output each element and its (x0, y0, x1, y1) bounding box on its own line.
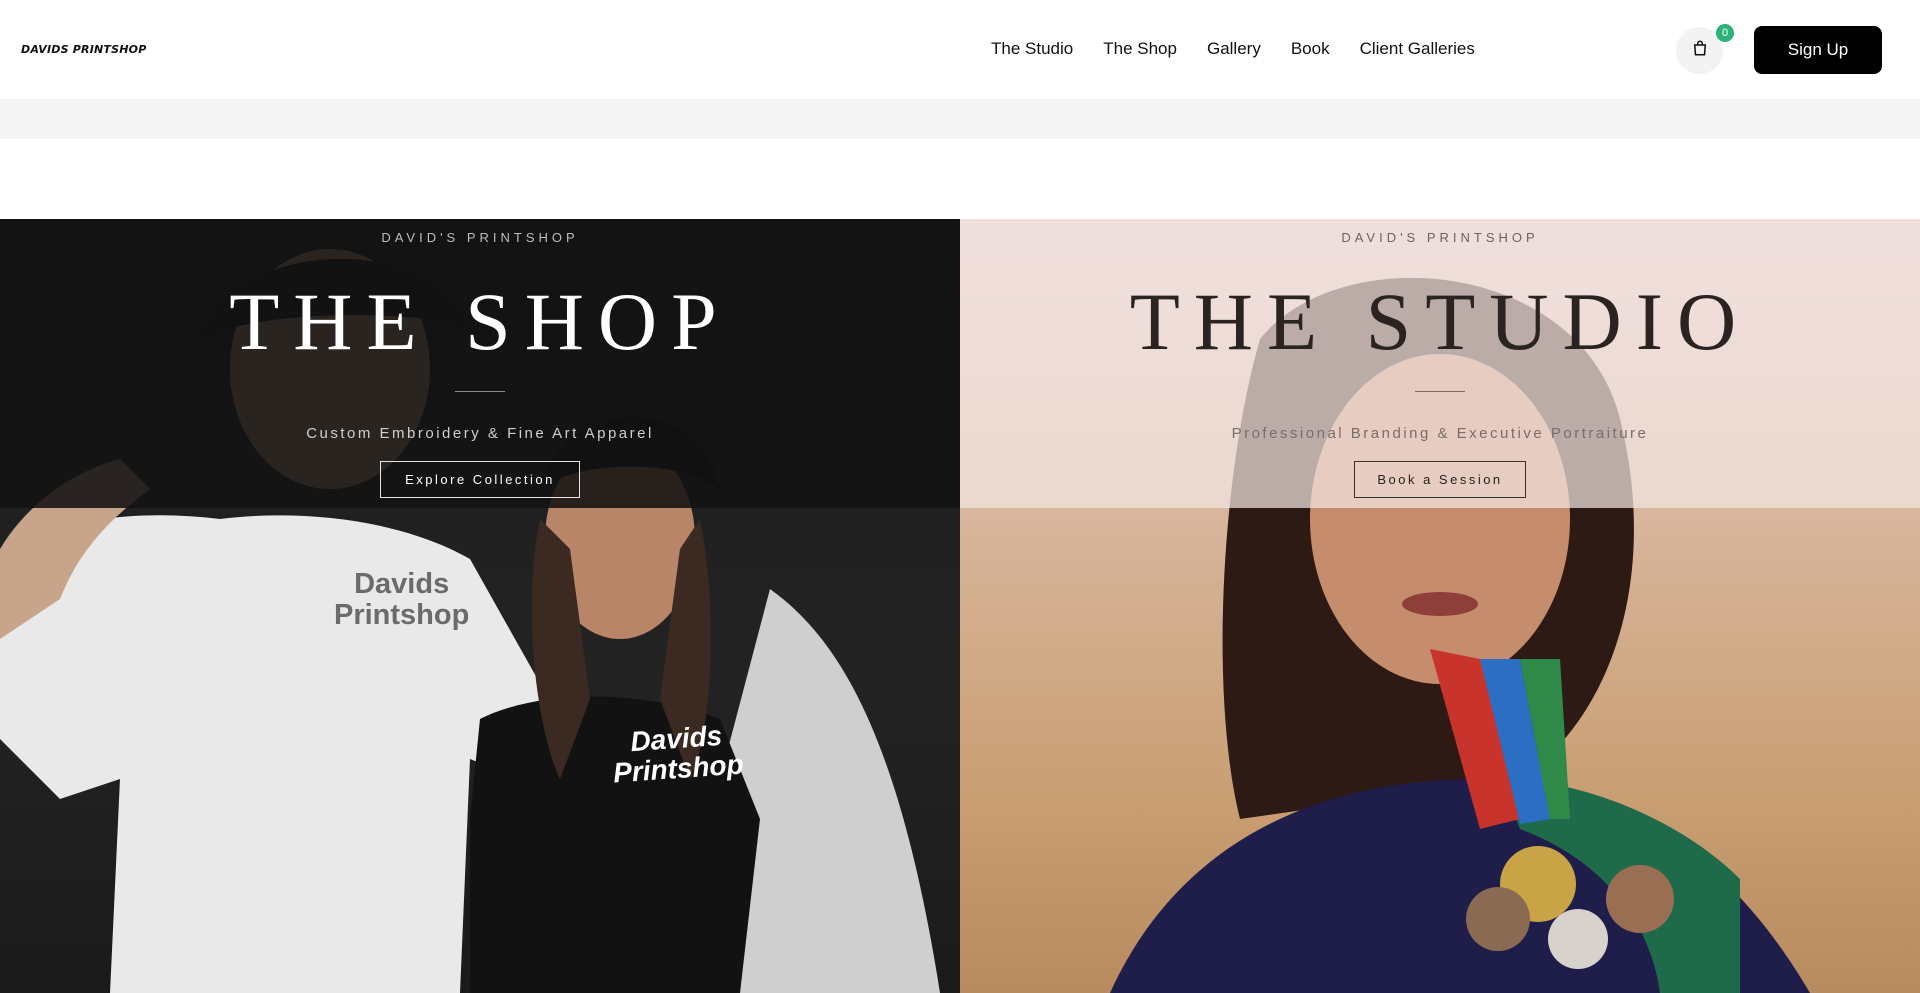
nav-link-client-galleries[interactable]: Client Galleries (1360, 39, 1475, 59)
site-logo[interactable]: DAVIDS PRINTSHOP (21, 43, 146, 56)
shopping-bag-icon (1691, 39, 1709, 62)
sign-up-button[interactable]: Sign Up (1754, 26, 1882, 74)
shop-panel[interactable]: Davids Printshop Davids Printshop DAVID'… (0, 219, 960, 993)
studio-divider (1415, 391, 1465, 392)
studio-kicker: DAVID'S PRINTSHOP (1341, 230, 1539, 245)
nav-link-the-shop[interactable]: The Shop (1103, 39, 1177, 59)
studio-title: THE STUDIO (1129, 276, 1751, 367)
shop-divider (455, 391, 505, 392)
studio-panel[interactable]: DAVID'S PRINTSHOP THE STUDIO Professiona… (960, 219, 1920, 993)
shop-subtitle: Custom Embroidery & Fine Art Apparel (306, 425, 654, 442)
book-a-session-button[interactable]: Book a Session (1354, 461, 1526, 498)
nav-link-the-studio[interactable]: The Studio (991, 39, 1073, 59)
shop-heading-overlay: DAVID'S PRINTSHOP THE SHOP Custom Embroi… (0, 219, 960, 508)
studio-heading-overlay: DAVID'S PRINTSHOP THE STUDIO Professiona… (960, 219, 1920, 508)
announcement-strip (0, 99, 1920, 139)
white-shirt-print-line-2: Printshop (334, 599, 470, 631)
nav-link-book[interactable]: Book (1291, 39, 1330, 59)
explore-collection-button[interactable]: Explore Collection (380, 461, 580, 498)
white-shirt-print: Davids Printshop (334, 569, 469, 631)
shop-kicker: DAVID'S PRINTSHOP (381, 230, 579, 245)
white-shirt-print-line-1: Davids (354, 568, 450, 600)
black-shirt-print: Davids Printshop (610, 720, 745, 789)
nav-link-gallery[interactable]: Gallery (1207, 39, 1261, 59)
studio-subtitle: Professional Branding & Executive Portra… (1231, 425, 1649, 442)
shop-title: THE SHOP (229, 276, 731, 367)
main-nav: The Studio The Shop Gallery Book Client … (991, 39, 1475, 59)
site-header: DAVIDS PRINTSHOP The Studio The Shop Gal… (0, 0, 1920, 99)
cart-count-badge: 0 (1716, 24, 1734, 42)
